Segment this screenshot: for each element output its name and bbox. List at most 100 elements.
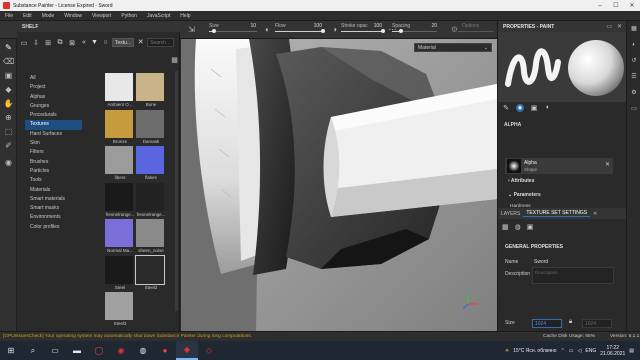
stencil-icon[interactable]: ▣: [530, 104, 538, 112]
paint-brush-icon[interactable]: ✎: [3, 42, 14, 53]
bake-mesh-icon[interactable]: ◍: [515, 223, 521, 231]
tab-layers[interactable]: LAYERS: [498, 211, 523, 217]
resource-item[interactable]: sheen_noise: [136, 219, 167, 253]
menu-help[interactable]: Help: [175, 13, 195, 19]
resource-item[interactable]: Damask: [136, 109, 167, 144]
size-slider[interactable]: [209, 29, 257, 33]
close-button[interactable]: ✕: [624, 2, 640, 9]
clock[interactable]: 17:22 21.06.2021: [600, 345, 625, 357]
circle-filter-icon[interactable]: ○: [101, 38, 110, 47]
texture-size-dropdown-2[interactable]: 1024: [582, 319, 612, 328]
recorder-icon[interactable]: ●: [154, 341, 176, 360]
description-field[interactable]: Description: [532, 267, 614, 284]
log-icon[interactable]: ☰: [630, 73, 638, 81]
viewer-settings-icon[interactable]: ⚙: [630, 89, 638, 97]
filter-chip[interactable]: Textu...: [112, 38, 135, 47]
network-icon[interactable]: ▭: [569, 348, 574, 354]
tab-texture-set-settings[interactable]: TEXTURE SET SETTINGS: [523, 210, 591, 217]
resource-item[interactable]: Ambient O...: [105, 73, 136, 107]
resource-item[interactable]: flakes: [136, 146, 167, 180]
remove-icon[interactable]: ⊠: [67, 38, 77, 47]
lock-icon[interactable]: 🔒︎: [569, 319, 572, 326]
search-icon[interactable]: ⌕: [22, 341, 44, 360]
folder-link-icon[interactable]: ⧉: [55, 38, 65, 47]
language-indicator[interactable]: ENG: [585, 348, 596, 354]
app-icon-3[interactable]: ◇: [198, 341, 220, 360]
minimize-button[interactable]: –: [592, 3, 608, 9]
selection-icon[interactable]: ⬚: [3, 126, 14, 137]
new-folder-icon[interactable]: ⊞: [43, 38, 53, 47]
resource-item[interactable]: Bronze: [105, 109, 136, 144]
options-label[interactable]: Options: [462, 23, 479, 29]
clear-filter-icon[interactable]: ✕: [136, 38, 145, 47]
resource-item[interactable]: Normal Ma...: [105, 219, 136, 253]
flow-slider[interactable]: [275, 29, 325, 33]
menu-file[interactable]: File: [0, 13, 18, 19]
stroke-opacity-slider[interactable]: [341, 29, 385, 33]
menu-python[interactable]: Python: [116, 13, 142, 19]
folder-icon[interactable]: ▭: [19, 38, 29, 47]
category-item[interactable]: Particles: [25, 167, 82, 176]
close-tab-icon[interactable]: ✕: [590, 211, 600, 217]
category-item[interactable]: Materials: [25, 186, 82, 195]
panel-float-icon[interactable]: ▭: [606, 23, 612, 30]
options-slider[interactable]: [458, 31, 494, 32]
task-view-icon[interactable]: ▭: [44, 341, 66, 360]
menu-window[interactable]: Window: [59, 13, 87, 19]
menu-mode[interactable]: Mode: [37, 13, 60, 19]
category-item[interactable]: Skin: [25, 139, 82, 148]
category-item[interactable]: Procedurals: [25, 111, 82, 120]
category-item[interactable]: Project: [25, 83, 82, 92]
resource-item[interactable]: fresnelrange...: [105, 182, 136, 217]
category-item[interactable]: Filters: [25, 148, 82, 157]
maximize-button[interactable]: ☐: [608, 2, 624, 9]
category-item[interactable]: Alphas: [25, 93, 82, 102]
resource-item[interactable]: Steel3: [105, 292, 136, 326]
notifications-icon[interactable]: ▤: [629, 348, 634, 354]
resource-item[interactable]: fibers: [105, 146, 136, 180]
alpha-tab-icon[interactable]: ◉: [516, 103, 524, 112]
geometry-mask-icon[interactable]: ◆: [3, 84, 14, 95]
app-icon-2[interactable]: ◉: [110, 341, 132, 360]
panel-close-icon[interactable]: ✕: [617, 23, 622, 30]
texture-set-list-icon[interactable]: ▦: [630, 25, 638, 33]
category-item[interactable]: Grunges: [25, 102, 82, 111]
alpha-slot[interactable]: Alpha Shape ✕: [505, 158, 613, 174]
material-icon[interactable]: ◐: [544, 104, 552, 111]
category-item[interactable]: Hard Surfaces: [25, 130, 82, 139]
resource-item[interactable]: Steel: [105, 255, 136, 290]
category-item[interactable]: Environments: [25, 213, 82, 222]
category-item[interactable]: Smart materials: [25, 195, 82, 204]
resource-item[interactable]: Bone: [136, 73, 167, 107]
grid-view-icon[interactable]: ▦: [169, 55, 180, 66]
steam-icon[interactable]: ◍: [132, 341, 154, 360]
category-item[interactable]: Color profiles: [25, 223, 82, 232]
collapse-icon[interactable]: «: [79, 38, 89, 47]
menu-javascript[interactable]: JavaScript: [142, 13, 175, 19]
start-windows-icon[interactable]: ⊞: [0, 341, 22, 360]
clone-icon[interactable]: ⊕: [3, 112, 14, 123]
display-settings-icon[interactable]: ◐: [630, 41, 638, 49]
brush-icon[interactable]: ✎: [502, 104, 510, 112]
opera-icon[interactable]: ◯: [88, 341, 110, 360]
menu-edit[interactable]: Edit: [18, 13, 37, 19]
file-explorer-icon[interactable]: ▬: [66, 341, 88, 360]
weather-text[interactable]: 15°C Ясн. облачно: [513, 348, 556, 354]
volume-icon[interactable]: ◁: [578, 348, 582, 354]
add-layer-icon[interactable]: ▦: [502, 223, 509, 231]
picker-icon[interactable]: ✐: [3, 140, 14, 151]
category-item[interactable]: Textures: [25, 120, 82, 130]
viewport-mode-dropdown[interactable]: Material ⌄: [414, 43, 492, 52]
substance-painter-taskbar-icon[interactable]: ◆: [176, 341, 198, 360]
texture-size-dropdown[interactable]: 1024: [532, 319, 562, 328]
spacing-slider[interactable]: [392, 29, 437, 33]
tray-chevron-icon[interactable]: ⌃: [561, 348, 565, 354]
history-icon[interactable]: ↺: [630, 57, 638, 65]
filter-icon[interactable]: ▼: [90, 38, 99, 47]
category-item[interactable]: Smart masks: [25, 204, 82, 213]
menu-viewport[interactable]: Viewport: [87, 13, 116, 19]
camera-icon[interactable]: ▭: [630, 105, 638, 113]
resource-item[interactable]: Steel2: [135, 254, 167, 290]
parameters-toggle[interactable]: ⌄ Parameters: [508, 192, 541, 198]
category-item[interactable]: Brushes: [25, 158, 82, 167]
